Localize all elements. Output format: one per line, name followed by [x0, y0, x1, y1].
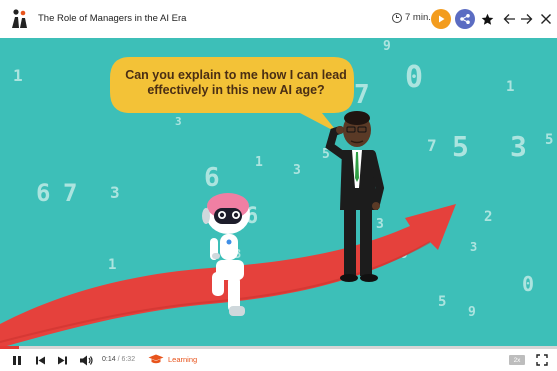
- volume-icon[interactable]: [79, 355, 93, 366]
- close-button[interactable]: [537, 10, 555, 28]
- duration-text: 7 min.: [405, 12, 431, 23]
- clock-icon: [392, 12, 402, 23]
- total-time: 6:32: [121, 356, 136, 363]
- previous-icon[interactable]: [35, 355, 46, 366]
- logo-icon[interactable]: [10, 8, 30, 30]
- learning-badge[interactable]: Learning: [148, 354, 197, 365]
- share-button[interactable]: [455, 9, 475, 29]
- player-controls: 0:14 / 6:32 Learning 2x: [0, 349, 557, 371]
- header-bar: The Role of Managers in the AI Era 7 min…: [0, 0, 557, 38]
- play-icon: [439, 15, 445, 23]
- speed-button[interactable]: 2x: [509, 355, 525, 365]
- back-button[interactable]: [500, 10, 518, 28]
- graduation-cap-icon: [148, 354, 164, 364]
- close-icon: [541, 14, 551, 24]
- forward-arrow-icon: [520, 14, 532, 24]
- back-arrow-icon: [503, 14, 515, 24]
- share-icon: [460, 14, 470, 24]
- star-icon: [481, 13, 493, 25]
- play-button[interactable]: [431, 9, 451, 29]
- speech-bubble-text: Can you explain to me how I can lead eff…: [125, 68, 347, 97]
- pause-icon[interactable]: [12, 355, 22, 366]
- learning-label: Learning: [168, 355, 198, 364]
- fullscreen-icon[interactable]: [536, 354, 548, 366]
- playback-time: 0:14 / 6:32: [102, 356, 136, 363]
- next-icon[interactable]: [57, 355, 68, 366]
- forward-button[interactable]: [517, 10, 535, 28]
- duration-indicator: 7 min.: [392, 12, 431, 23]
- current-time: 0:14: [102, 356, 116, 363]
- video-player[interactable]: 9 0 7 3 1 1 6 3 7 6 1 3 5 3 5 5 6 7 3 2 …: [0, 38, 557, 348]
- star-button[interactable]: [478, 10, 496, 28]
- page-title: The Role of Managers in the AI Era: [38, 13, 187, 24]
